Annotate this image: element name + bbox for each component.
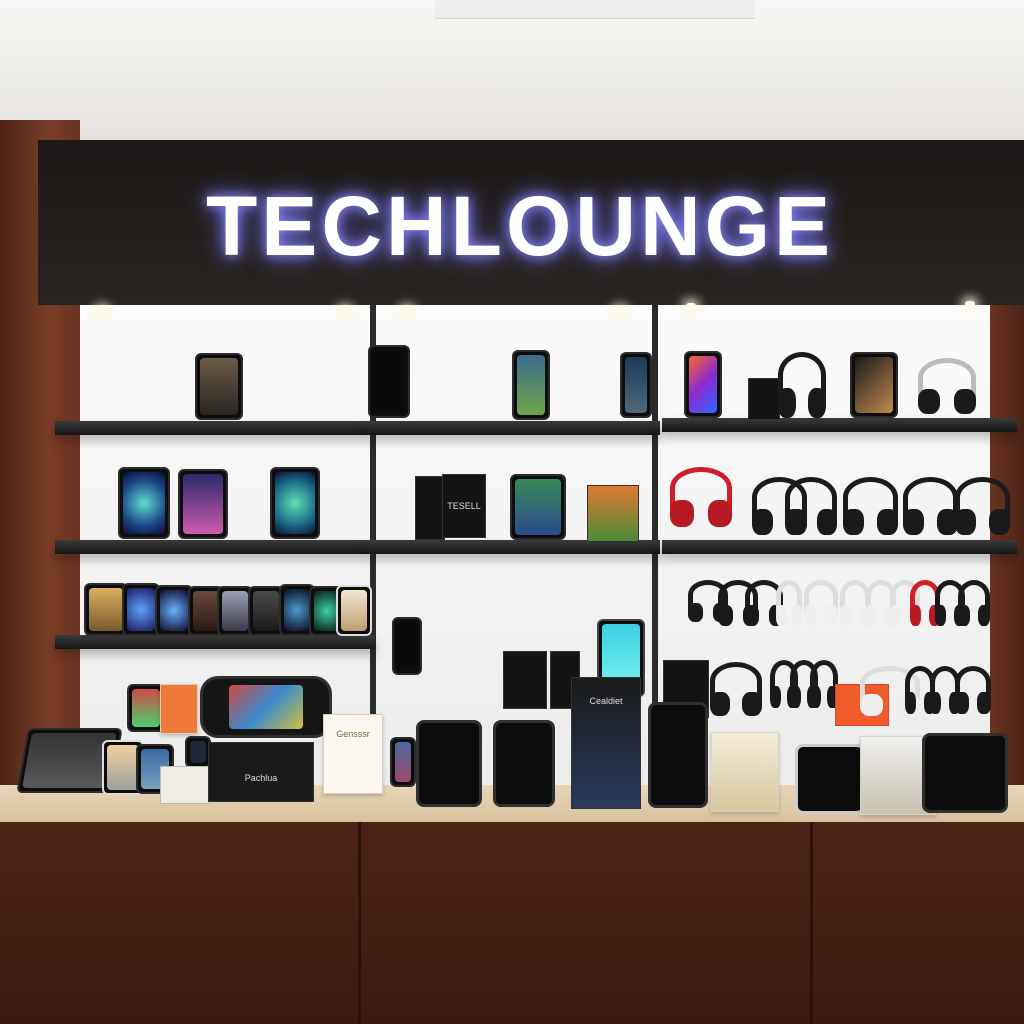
tablet-box: Cealdiet [571,677,641,809]
shelf [662,418,1017,432]
spotlight [686,303,696,309]
headphones-icon [843,477,898,535]
smartphone [512,350,550,420]
headphones-icon [918,358,976,414]
smartphone [270,467,320,539]
counter-seam [810,822,813,1024]
smartphone [178,469,228,539]
headphones-icon [955,477,1010,535]
tablet [416,720,482,807]
shelf [365,421,660,435]
product-box [587,485,639,542]
smartphone [195,353,243,420]
headphones-icon [778,352,826,418]
headphones-icon [810,660,838,708]
orange-card [160,684,198,734]
headphones-red-icon [670,467,732,527]
product-box-stack [160,766,210,804]
handheld-console [200,676,332,738]
tablet [648,702,708,808]
smartphone [368,345,410,418]
info-card: Gensssr [323,714,383,794]
spotlight [340,308,350,314]
headphones-white-icon [804,580,838,626]
headphones-icon [785,477,837,535]
spotlight [402,308,412,314]
product-box [748,378,780,420]
tablet-on-stand [795,744,865,814]
smartphone [390,737,416,787]
tablet-small [510,474,566,540]
store-sign: TECHLOUNGE [206,179,834,273]
phone-box [415,476,445,540]
smartphone [850,352,898,418]
headphones-white-icon [776,580,802,626]
shelf [55,635,375,649]
smartphone [118,467,170,539]
tablet [493,720,555,807]
console-box: Pachlua [208,742,314,802]
headphones-icon [903,477,958,535]
smartphone [336,585,372,636]
shelf [662,540,1017,554]
ceiling-vent [435,0,755,19]
shelf [55,421,365,435]
tablet-display-card [711,732,779,812]
counter-front [0,822,1024,1024]
product-box [503,651,547,709]
shelf [365,540,660,554]
spotlight [97,308,107,314]
smartphone [620,352,652,418]
headphones-icon [958,580,990,626]
phone-box: TESELL [442,474,486,538]
tablet [922,733,1008,813]
smartphone [684,351,722,418]
headphones-icon [955,666,991,714]
counter-seam [358,822,361,1024]
headphones-icon [710,662,762,716]
shelf [55,540,365,554]
ceiling [0,0,1024,150]
spotlight [615,308,625,314]
spotlight [965,301,975,307]
smartphone [392,617,422,675]
